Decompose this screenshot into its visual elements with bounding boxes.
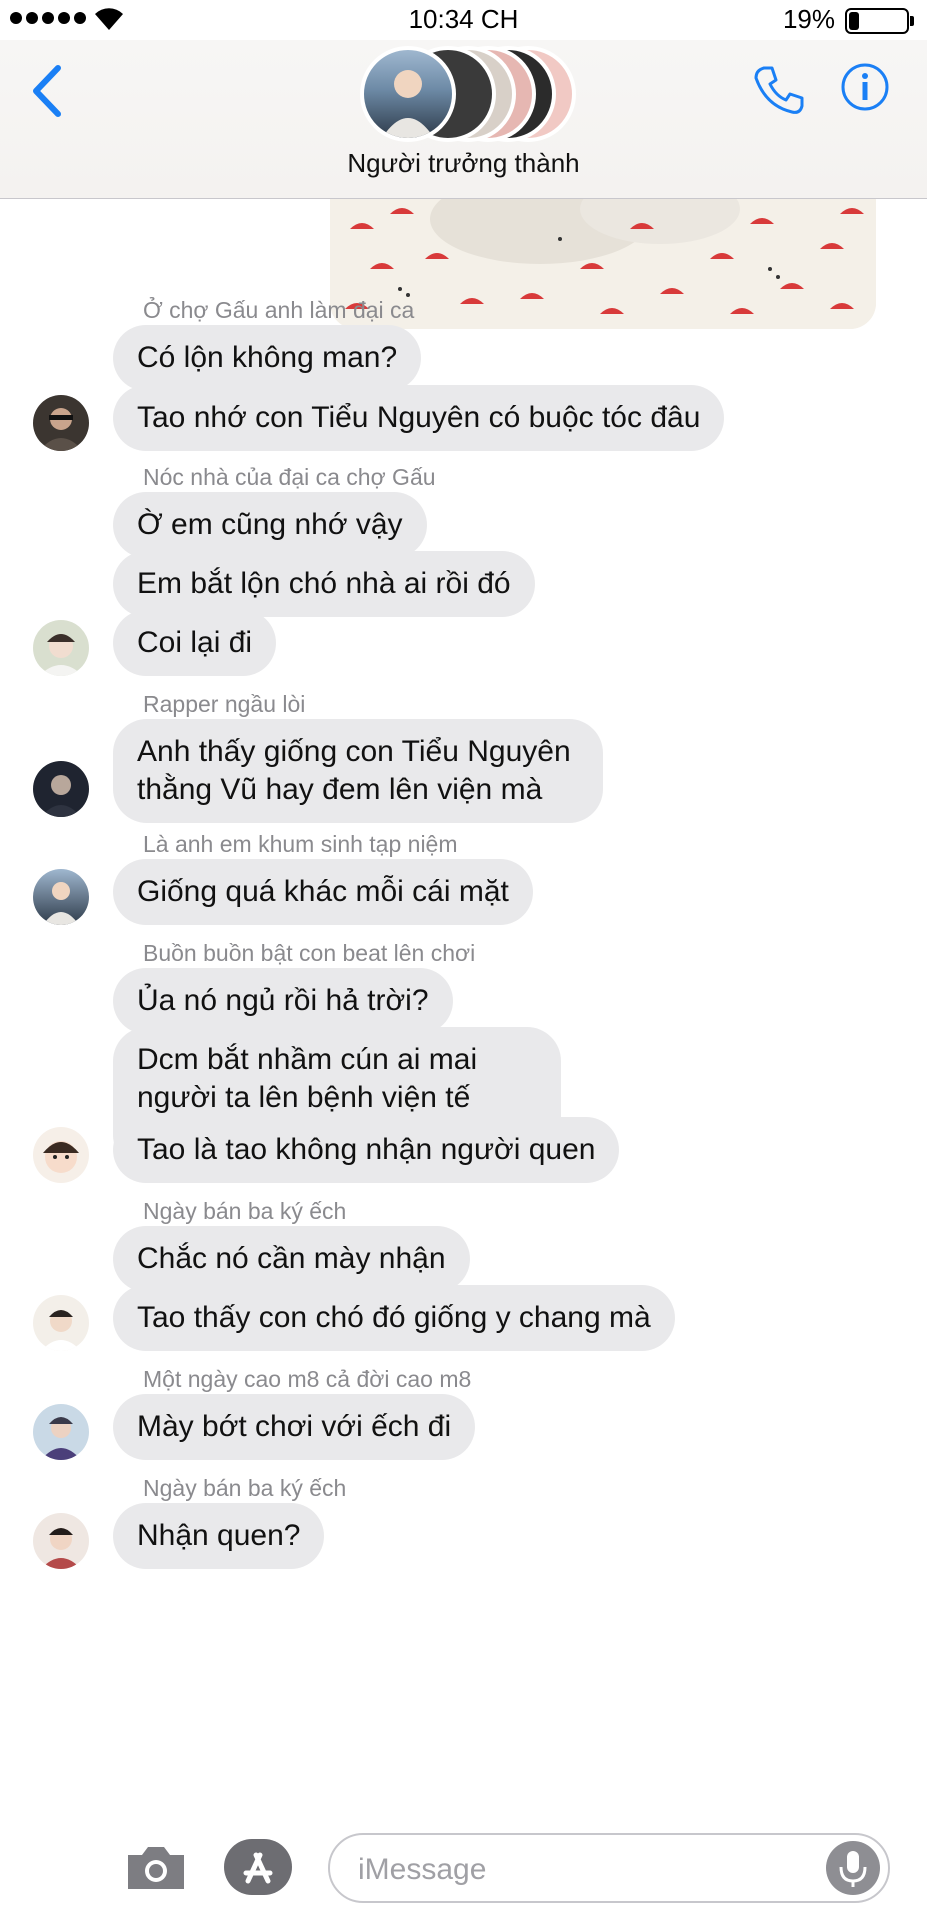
avatar[interactable] [33,1127,89,1183]
message-bubble[interactable]: Tao thấy con chó đó giống y chang mà [113,1285,675,1351]
avatar[interactable] [33,761,89,817]
sender-name: Buồn buồn bật con beat lên chơi [143,940,476,966]
app-store-glyph [243,1852,273,1884]
person-icon [382,70,434,138]
message-bubble[interactable]: Nhận quen? [113,1503,325,1569]
person-icon [41,1417,81,1460]
person-icon [41,775,81,817]
message-placeholder: iMessage [358,1853,487,1886]
member-avatar [360,46,456,142]
message-bubble[interactable]: Ờ em cũng nhớ vậy [113,492,427,558]
avatar[interactable] [33,1513,89,1569]
avatar[interactable] [33,1404,89,1460]
app-store-icon[interactable] [224,1839,292,1895]
sender-name: Nóc nhà của đại ca chợ Gấu [143,464,436,490]
avatar[interactable] [33,1295,89,1351]
chevron-left-icon[interactable] [30,64,64,118]
sender-name: Là anh em khum sinh tạp niệm [143,831,458,857]
message-bubble[interactable]: Chắc nó cần mày nhận [113,1226,470,1292]
sender-name: Ở chợ Gấu anh làm đại ca [143,297,415,323]
message-bubble[interactable]: Mày bớt chơi với ếch đi [113,1394,476,1460]
avatar[interactable] [33,620,89,676]
battery-percentage: 19% [782,4,835,34]
person-icon [41,1310,81,1351]
camera-icon[interactable] [124,1841,188,1893]
message-bubble[interactable]: Ủa nó ngủ rồi hả trời? [113,968,453,1034]
message-bubble[interactable]: Giống quá khác mỗi cái mặt [113,859,533,925]
message-bubble[interactable]: Coi lại đi [113,610,277,676]
message-bubble[interactable]: Em bắt lộn chó nhà ai rồi đó [113,551,535,617]
group-avatar-stack[interactable] [360,46,576,146]
battery-icon [845,8,914,34]
avatar[interactable] [33,869,89,925]
person-icon [43,1141,79,1173]
microphone-glyph [839,1851,867,1887]
message-bubble[interactable]: Tao là tao không nhận người quen [113,1117,620,1183]
message-bubble[interactable]: Có lộn không man? [113,325,422,391]
group-name[interactable]: Người trưởng thành [0,148,927,179]
sender-name: Ngày bán ba ký ếch [143,1198,347,1224]
sender-name: Rapper ngầu lòi [143,691,306,717]
info-icon[interactable] [840,62,890,112]
person-icon [39,634,83,676]
person-icon [41,1528,81,1569]
person-icon [39,408,83,451]
message-thread[interactable]: Ở chợ Gấu anh làm đại ca Có lộn không ma… [0,199,927,1819]
compose-bar: iMessage [0,1819,927,1920]
person-icon [43,882,79,925]
battery-level-fill [849,12,859,30]
conversation-header: Người trưởng thành [0,40,927,199]
message-bubble[interactable]: Tao nhớ con Tiểu Nguyên có buộc tóc đâu [113,385,725,451]
sender-name: Ngày bán ba ký ếch [143,1475,347,1501]
microphone-icon[interactable] [826,1841,880,1895]
status-bar: 10:34 CH 19% [0,0,927,40]
sender-name: Một ngày cao m8 cả đời cao m8 [143,1366,472,1392]
avatar[interactable] [33,395,89,451]
message-input[interactable]: iMessage [328,1833,890,1903]
phone-icon[interactable] [752,64,804,116]
message-bubble[interactable]: Anh thấy giống con Tiểu Nguyên thằng Vũ … [113,719,603,823]
